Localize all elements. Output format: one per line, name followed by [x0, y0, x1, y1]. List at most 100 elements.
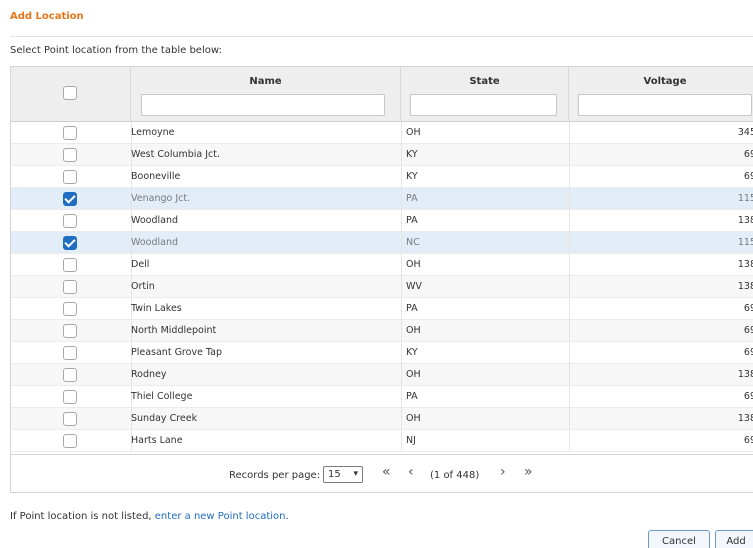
- cell-voltage: 69: [743, 325, 753, 336]
- row-checkbox[interactable]: [63, 192, 77, 206]
- row-checkbox[interactable]: [63, 214, 77, 228]
- table-row[interactable]: Woodland NC 115: [11, 232, 753, 254]
- cell-voltage: 138: [737, 413, 753, 424]
- row-checkbox[interactable]: [63, 324, 77, 338]
- cell-name: Rodney: [131, 369, 167, 380]
- row-checkbox[interactable]: [63, 170, 77, 184]
- table-row[interactable]: Ortin WV 138: [11, 276, 753, 298]
- records-per-page-label: Records per page:: [229, 470, 321, 481]
- cell-name: Sunday Creek: [131, 413, 198, 424]
- column-divider: [401, 320, 402, 341]
- row-checkbox[interactable]: [63, 280, 77, 294]
- column-header-voltage[interactable]: Voltage: [569, 76, 753, 87]
- cell-voltage: 69: [743, 435, 753, 446]
- table-row[interactable]: Twin Lakes PA 69: [11, 298, 753, 320]
- column-divider: [569, 188, 570, 209]
- cell-voltage: 69: [743, 303, 753, 314]
- row-checkbox[interactable]: [63, 368, 77, 382]
- table-row[interactable]: Booneville KY 69: [11, 166, 753, 188]
- column-divider: [401, 276, 402, 297]
- cell-voltage: 345: [737, 127, 753, 138]
- cell-state: PA: [406, 303, 418, 314]
- cell-voltage: 69: [743, 149, 753, 160]
- table-row[interactable]: Sunday Creek OH 138: [11, 408, 753, 430]
- column-divider: [401, 232, 402, 253]
- row-checkbox[interactable]: [63, 302, 77, 316]
- column-divider: [569, 254, 570, 275]
- cell-name: Pleasant Grove Tap: [131, 347, 223, 358]
- column-divider: [401, 210, 402, 231]
- cancel-button[interactable]: Cancel: [648, 530, 710, 548]
- header-name-cell: Name: [131, 67, 401, 122]
- select-all-checkbox[interactable]: [63, 86, 77, 100]
- cell-state: NC: [406, 237, 420, 248]
- table-row[interactable]: Pleasant Grove Tap KY 69: [11, 342, 753, 364]
- table-row[interactable]: Venango Jct. PA 115: [11, 188, 753, 210]
- column-divider: [401, 430, 402, 451]
- cell-name: Harts Lane: [131, 435, 183, 446]
- column-header-name[interactable]: Name: [131, 76, 400, 87]
- name-filter-input[interactable]: [141, 94, 385, 116]
- state-filter-input[interactable]: [410, 94, 557, 116]
- next-page-icon[interactable]: ›: [500, 464, 506, 480]
- cell-voltage: 115: [737, 237, 753, 248]
- column-divider: [401, 364, 402, 385]
- column-divider: [569, 320, 570, 341]
- cell-state: OH: [406, 259, 421, 270]
- cell-state: OH: [406, 369, 421, 380]
- column-divider: [569, 342, 570, 363]
- header-select-cell: [11, 67, 131, 122]
- previous-page-icon[interactable]: ‹: [408, 464, 414, 480]
- location-table: Name State Voltage Lemoyne OH 345 West Colu…: [10, 66, 753, 493]
- table-row[interactable]: Woodland PA 138: [11, 210, 753, 232]
- cell-state: KY: [406, 149, 418, 160]
- table-header: Name State Voltage: [11, 67, 753, 122]
- cell-voltage: 69: [743, 347, 753, 358]
- table-row[interactable]: Lemoyne OH 345: [11, 122, 753, 144]
- column-divider: [569, 386, 570, 407]
- column-divider: [569, 298, 570, 319]
- last-page-icon[interactable]: »: [524, 464, 533, 480]
- first-page-icon[interactable]: «: [382, 464, 391, 480]
- new-location-link[interactable]: enter a new Point location: [155, 511, 286, 522]
- column-divider: [401, 386, 402, 407]
- table-row[interactable]: Harts Lane NJ 69: [11, 430, 753, 452]
- add-button[interactable]: Add: [715, 530, 753, 548]
- row-checkbox[interactable]: [63, 434, 77, 448]
- column-divider: [569, 210, 570, 231]
- cell-name: West Columbia Jct.: [131, 149, 221, 160]
- row-checkbox[interactable]: [63, 412, 77, 426]
- column-header-state[interactable]: State: [401, 76, 568, 87]
- column-divider: [569, 232, 570, 253]
- cell-voltage: 115: [737, 193, 753, 204]
- cell-state: PA: [406, 391, 418, 402]
- column-divider: [569, 166, 570, 187]
- column-divider: [569, 144, 570, 165]
- table-row[interactable]: West Columbia Jct. KY 69: [11, 144, 753, 166]
- column-divider: [401, 342, 402, 363]
- table-row[interactable]: Dell OH 138: [11, 254, 753, 276]
- cell-state: KY: [406, 347, 418, 358]
- records-per-page-select[interactable]: 15 ▾: [323, 466, 363, 483]
- cell-voltage: 69: [743, 171, 753, 182]
- cell-voltage: 138: [737, 369, 753, 380]
- row-checkbox[interactable]: [63, 236, 77, 250]
- cell-name: Ortin: [131, 281, 155, 292]
- row-checkbox[interactable]: [63, 258, 77, 272]
- row-checkbox[interactable]: [63, 148, 77, 162]
- table-row[interactable]: North Middlepoint OH 69: [11, 320, 753, 342]
- cell-voltage: 138: [737, 215, 753, 226]
- column-divider: [401, 144, 402, 165]
- dialog-title: Add Location: [10, 11, 84, 22]
- cell-name: North Middlepoint: [131, 325, 217, 336]
- cell-state: OH: [406, 127, 421, 138]
- table-row[interactable]: Rodney OH 138: [11, 364, 753, 386]
- row-checkbox[interactable]: [63, 346, 77, 360]
- column-divider: [401, 298, 402, 319]
- voltage-filter-input[interactable]: [578, 94, 752, 116]
- cell-state: PA: [406, 215, 418, 226]
- page-info: (1 of 448): [430, 470, 480, 481]
- table-row[interactable]: Thiel College PA 69: [11, 386, 753, 408]
- row-checkbox[interactable]: [63, 126, 77, 140]
- row-checkbox[interactable]: [63, 390, 77, 404]
